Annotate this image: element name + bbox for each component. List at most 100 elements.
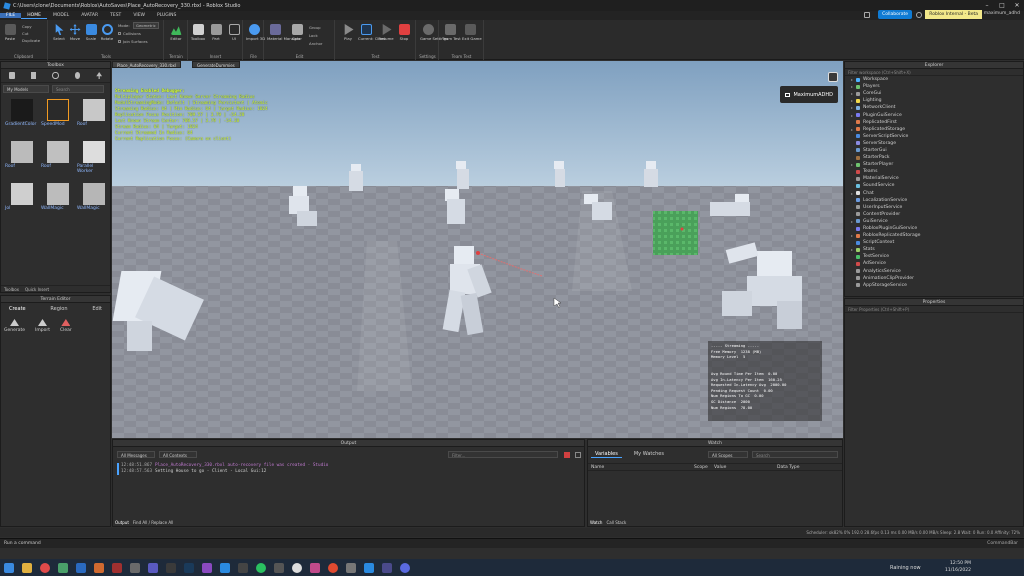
explorer-item[interactable]: LocalizationService	[845, 197, 1023, 204]
generate-button[interactable]: Generate	[4, 319, 25, 333]
explorer-item[interactable]: ScriptContext	[845, 239, 1023, 246]
viewport-camera-icon[interactable]	[828, 72, 838, 82]
beta-badge[interactable]: Roblox Internal - Beta	[925, 10, 982, 19]
recent-icon[interactable]	[52, 72, 59, 79]
resume-button[interactable]: Resume	[378, 24, 394, 41]
tab-toolbox[interactable]: Toolbox	[4, 287, 19, 292]
explorer-item[interactable]: ContentProvider	[845, 211, 1023, 218]
contexts-filter-dropdown[interactable]: All Contexts	[159, 451, 197, 458]
app-icon[interactable]	[130, 562, 140, 573]
app-icon[interactable]	[76, 562, 86, 573]
explorer-item[interactable]: ▸ RobloxReplicatedStorage	[845, 232, 1023, 239]
tab-watch[interactable]: Watch	[590, 520, 602, 525]
team-test-button[interactable]: Team Test	[442, 24, 461, 41]
explorer-item[interactable]: UserInputService	[845, 204, 1023, 211]
app-icon[interactable]	[238, 562, 248, 573]
windows-start-icon[interactable]	[4, 562, 14, 573]
col-data-type[interactable]: Data Type	[777, 464, 800, 471]
toolbox-item[interactable]: Parallel Worker	[77, 139, 110, 179]
output-line[interactable]: 12:48:57.563 Setting House to go - Client…	[117, 469, 328, 475]
tab-find-all[interactable]: Find All / Replace All	[133, 520, 173, 525]
minimize-icon[interactable]: –	[980, 0, 994, 11]
explorer-item[interactable]: ▸ StarterPlayer	[845, 161, 1023, 168]
dummy-figure[interactable]	[710, 194, 755, 222]
group-button[interactable]: Group	[309, 25, 321, 30]
exit-game-button[interactable]: Exit Game	[462, 24, 482, 41]
toolbox-item[interactable]: Roof	[77, 97, 110, 137]
menu-view[interactable]: VIEW	[127, 13, 151, 18]
dummy-figure[interactable]	[442, 189, 472, 229]
duplicate-button[interactable]: Duplicate	[22, 38, 40, 43]
command-input[interactable]: Run a command	[4, 541, 41, 546]
tab-generate-dummies[interactable]: GenerateDummies	[192, 61, 240, 68]
tab-region[interactable]: Region	[50, 306, 67, 312]
dummy-figure[interactable]	[442, 246, 502, 341]
tab-quick-insert[interactable]: Quick Insert	[25, 287, 49, 292]
app-icon[interactable]	[94, 562, 104, 573]
properties-filter-input[interactable]: Filter Properties (Ctrl+Shift+P)	[845, 306, 1023, 313]
app-icon[interactable]	[148, 562, 158, 573]
tab-place-file[interactable]: Place_AutoRecovery_330.rbxl	[112, 61, 182, 68]
app-icon[interactable]	[112, 562, 122, 573]
app-icon[interactable]	[382, 562, 392, 573]
toolbox-item[interactable]: WallMagic	[77, 181, 110, 221]
output-options-icon[interactable]	[575, 452, 581, 458]
gear-icon[interactable]	[916, 12, 922, 18]
explorer-item[interactable]: ▸ Players	[845, 83, 1023, 90]
user-name[interactable]: maximum_adhd	[984, 11, 1020, 16]
menu-model[interactable]: MODEL	[47, 13, 75, 18]
import-3d-button[interactable]: Import 3D	[246, 24, 265, 41]
toolbox-item[interactable]: WallMagic	[41, 181, 74, 221]
move-button[interactable]: Move	[67, 24, 83, 41]
explorer-item[interactable]: MaterialService	[845, 175, 1023, 182]
clock-date[interactable]: 11/16/2022	[945, 568, 971, 573]
app-icon[interactable]	[166, 562, 176, 573]
explorer-item[interactable]: AdService	[845, 260, 1023, 267]
explorer-item[interactable]: SoundService	[845, 182, 1023, 189]
explorer-item[interactable]: StarterPack	[845, 154, 1023, 161]
spotify-icon[interactable]	[256, 562, 266, 573]
explorer-item[interactable]: ServerScriptService	[845, 133, 1023, 140]
explorer-item[interactable]: ▸ GuiService	[845, 218, 1023, 225]
explorer-item[interactable]: StarterGui	[845, 147, 1023, 154]
explorer-item[interactable]: AnimationClipProvider	[845, 275, 1023, 282]
current-client-button[interactable]: Current: Client	[358, 24, 386, 41]
marketplace-icon[interactable]	[30, 72, 37, 79]
dummy-figure[interactable]	[552, 161, 570, 189]
messages-filter-dropdown[interactable]: All Messages	[117, 451, 155, 458]
dummy-figure[interactable]	[112, 266, 212, 356]
dummy-figure[interactable]	[722, 242, 817, 331]
menu-plugins[interactable]: PLUGINS	[151, 13, 182, 18]
rotate-button[interactable]: Rotate	[99, 24, 115, 41]
scope-dropdown[interactable]: All Scopes	[708, 451, 748, 458]
3d-viewport[interactable]: Place_AutoRecovery_330.rbxl GenerateDumm…	[112, 61, 843, 438]
collisions-checkbox[interactable]: Collisions	[118, 31, 141, 36]
menu-test[interactable]: TEST	[104, 13, 127, 18]
explorer-filter-input[interactable]: Filter workspace (Ctrl+Shift+X)	[845, 69, 1023, 76]
steam-icon[interactable]	[184, 562, 194, 573]
vscode-icon[interactable]	[220, 562, 230, 573]
app-icon[interactable]	[58, 562, 68, 573]
github-icon[interactable]	[292, 562, 302, 573]
dummy-figure[interactable]	[347, 164, 369, 194]
toolbox-item[interactable]: GradientColor	[5, 97, 38, 137]
clock-time[interactable]: 12:50 PM	[950, 561, 971, 566]
copy-button[interactable]: Copy	[22, 24, 32, 29]
toolbox-search-input[interactable]: Search	[52, 85, 104, 93]
mode-dropdown[interactable]: Geometric	[133, 22, 159, 29]
terrain-editor-button[interactable]: Editor	[168, 24, 184, 41]
dummy-figure[interactable]	[287, 186, 322, 231]
select-button[interactable]: Select	[51, 24, 67, 41]
menu-file[interactable]: FILE	[0, 13, 22, 18]
app-icon[interactable]	[202, 562, 212, 573]
toolbox-button[interactable]: Toolbox	[190, 24, 206, 41]
tab-my-watches[interactable]: My Watches	[634, 451, 664, 458]
category-dropdown[interactable]: My Models	[3, 85, 49, 93]
explorer-item[interactable]: AnalyticsService	[845, 268, 1023, 275]
explorer-item[interactable]: ▸ Lighting	[845, 97, 1023, 104]
col-name[interactable]: Name	[591, 464, 604, 471]
scale-button[interactable]: Scale	[83, 24, 99, 41]
play-button[interactable]: Play	[340, 24, 356, 41]
close-icon[interactable]: ✕	[1010, 0, 1024, 11]
app-icon[interactable]	[274, 562, 284, 573]
